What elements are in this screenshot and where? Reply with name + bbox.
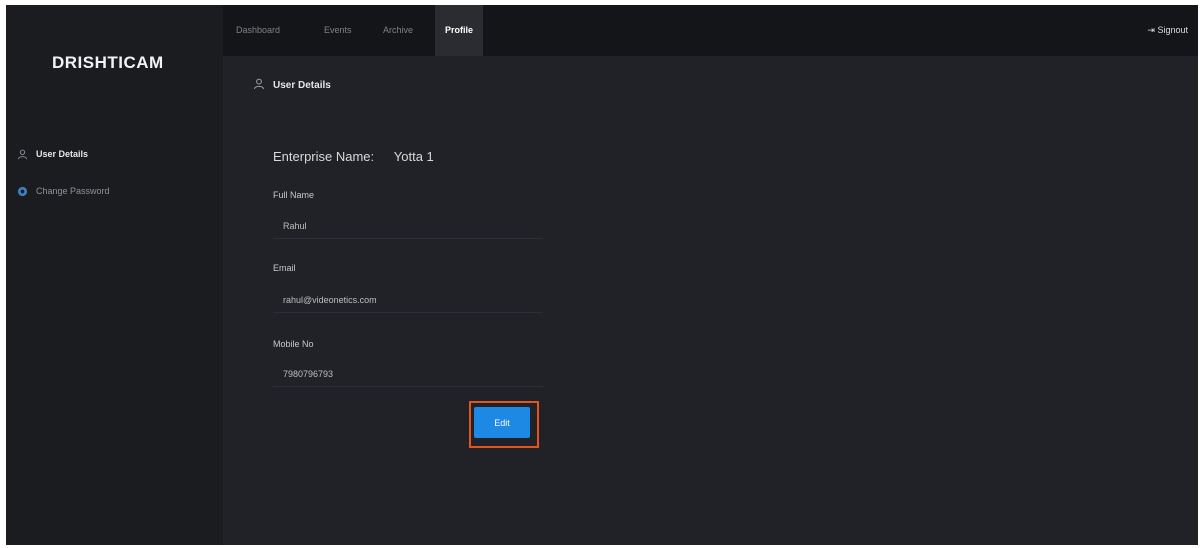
section-title: User Details [273,80,331,91]
sidebar: DRISHTICAM User Details Change Password [6,5,223,545]
user-icon [253,78,265,93]
enterprise-name-row: Enterprise Name: Yotta 1 [273,149,434,164]
enterprise-label: Enterprise Name: [273,149,375,164]
app-logo: DRISHTICAM [52,53,164,72]
top-nav: Dashboard Events Archive Profile ⇥ Signo… [223,5,1198,56]
tab-profile[interactable]: Profile [435,5,484,56]
signout-icon: ⇥ [1147,25,1155,35]
sidebar-item-user-details[interactable]: User Details [16,148,88,160]
user-icon [16,148,28,160]
email-label: Email [273,263,296,273]
app-window: DRISHTICAM User Details Change Password … [6,5,1198,545]
sidebar-item-label: Change Password [36,186,110,196]
gear-icon [16,185,28,197]
main-content: User Details Enterprise Name: Yotta 1 Fu… [223,56,1198,545]
edit-button[interactable]: Edit [474,407,530,438]
mobile-field[interactable]: 7980796793 [273,361,543,387]
sidebar-item-change-password[interactable]: Change Password [16,185,110,197]
mobile-label: Mobile No [273,339,314,349]
email-field[interactable]: rahul@videonetics.com [273,287,543,313]
signout-label: Signout [1157,25,1188,35]
signout-button[interactable]: ⇥ Signout [1147,5,1188,56]
tab-dashboard[interactable]: Dashboard [236,5,280,56]
full-name-field[interactable]: Rahul [273,213,543,239]
enterprise-value: Yotta 1 [393,149,434,164]
section-header: User Details [253,78,331,93]
sidebar-item-label: User Details [36,149,89,159]
tab-archive[interactable]: Archive [383,5,413,56]
full-name-label: Full Name [273,190,315,200]
tab-events[interactable]: Events [324,5,352,56]
